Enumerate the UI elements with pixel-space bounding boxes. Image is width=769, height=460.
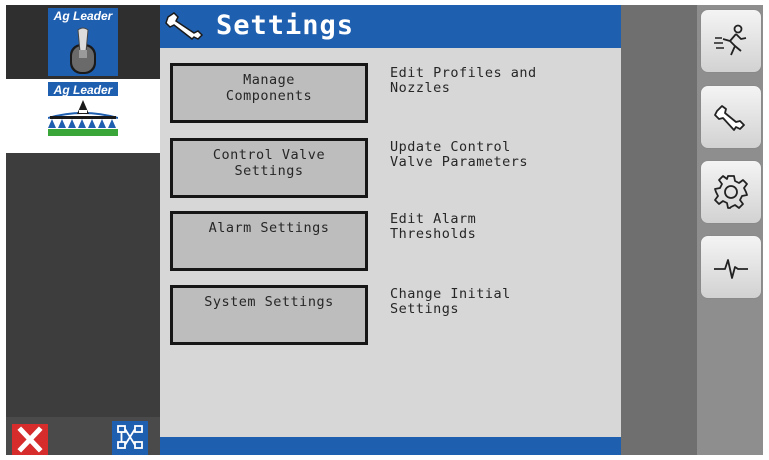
bottom-status-strip: [160, 437, 621, 455]
close-button[interactable]: [12, 424, 48, 455]
network-icon: [117, 425, 143, 449]
control-valve-settings-button[interactable]: Control Valve Settings: [170, 138, 368, 198]
alarm-settings-description: Edit Alarm Thresholds: [390, 211, 477, 242]
button-label: System Settings: [204, 294, 334, 310]
running-person-icon: [714, 24, 747, 56]
display-screen: Ag Leader Ag Leader Settings Manage Comp…: [6, 5, 763, 455]
network-button[interactable]: [112, 421, 148, 455]
system-settings-button[interactable]: System Settings: [170, 285, 368, 345]
settings-button[interactable]: [700, 160, 762, 224]
button-label: Control Valve Settings: [212, 147, 326, 179]
manage-components-description: Edit Profiles and Nozzles: [390, 65, 537, 96]
title-bar: Settings: [160, 5, 621, 48]
wrench-icon: [714, 105, 745, 131]
close-icon: [17, 426, 43, 453]
diagnostics-button[interactable]: [700, 235, 762, 299]
module-tile-toggle[interactable]: Ag Leader: [6, 5, 160, 79]
control-valve-settings-description: Update Control Valve Parameters: [390, 139, 529, 170]
sprayer-icon: [48, 96, 118, 150]
wrench-icon: [165, 12, 204, 40]
gear-icon: [714, 175, 748, 209]
run-screen-button[interactable]: [700, 9, 762, 73]
brand-logo: Ag Leader: [48, 82, 118, 150]
manage-components-button[interactable]: Manage Components: [170, 63, 368, 123]
pulse-icon: [714, 259, 748, 279]
brand-logo: Ag Leader: [48, 8, 118, 76]
right-panel: [621, 5, 763, 455]
brand-text: Ag Leader: [53, 83, 113, 97]
system-settings-description: Change Initial Settings: [390, 286, 511, 317]
page-title: Settings: [216, 10, 355, 41]
settings-panel: Settings Manage Components Edit Profiles…: [160, 5, 621, 455]
setup-button[interactable]: [700, 85, 762, 149]
left-panel: Ag Leader Ag Leader: [6, 5, 160, 455]
alarm-settings-button[interactable]: Alarm Settings: [170, 211, 368, 271]
toggle-switch-icon: [70, 27, 96, 74]
module-tile-sprayer[interactable]: Ag Leader: [6, 79, 160, 153]
brand-text: Ag Leader: [53, 9, 113, 23]
button-label: Alarm Settings: [208, 220, 330, 236]
button-label: Manage Components: [225, 72, 313, 104]
